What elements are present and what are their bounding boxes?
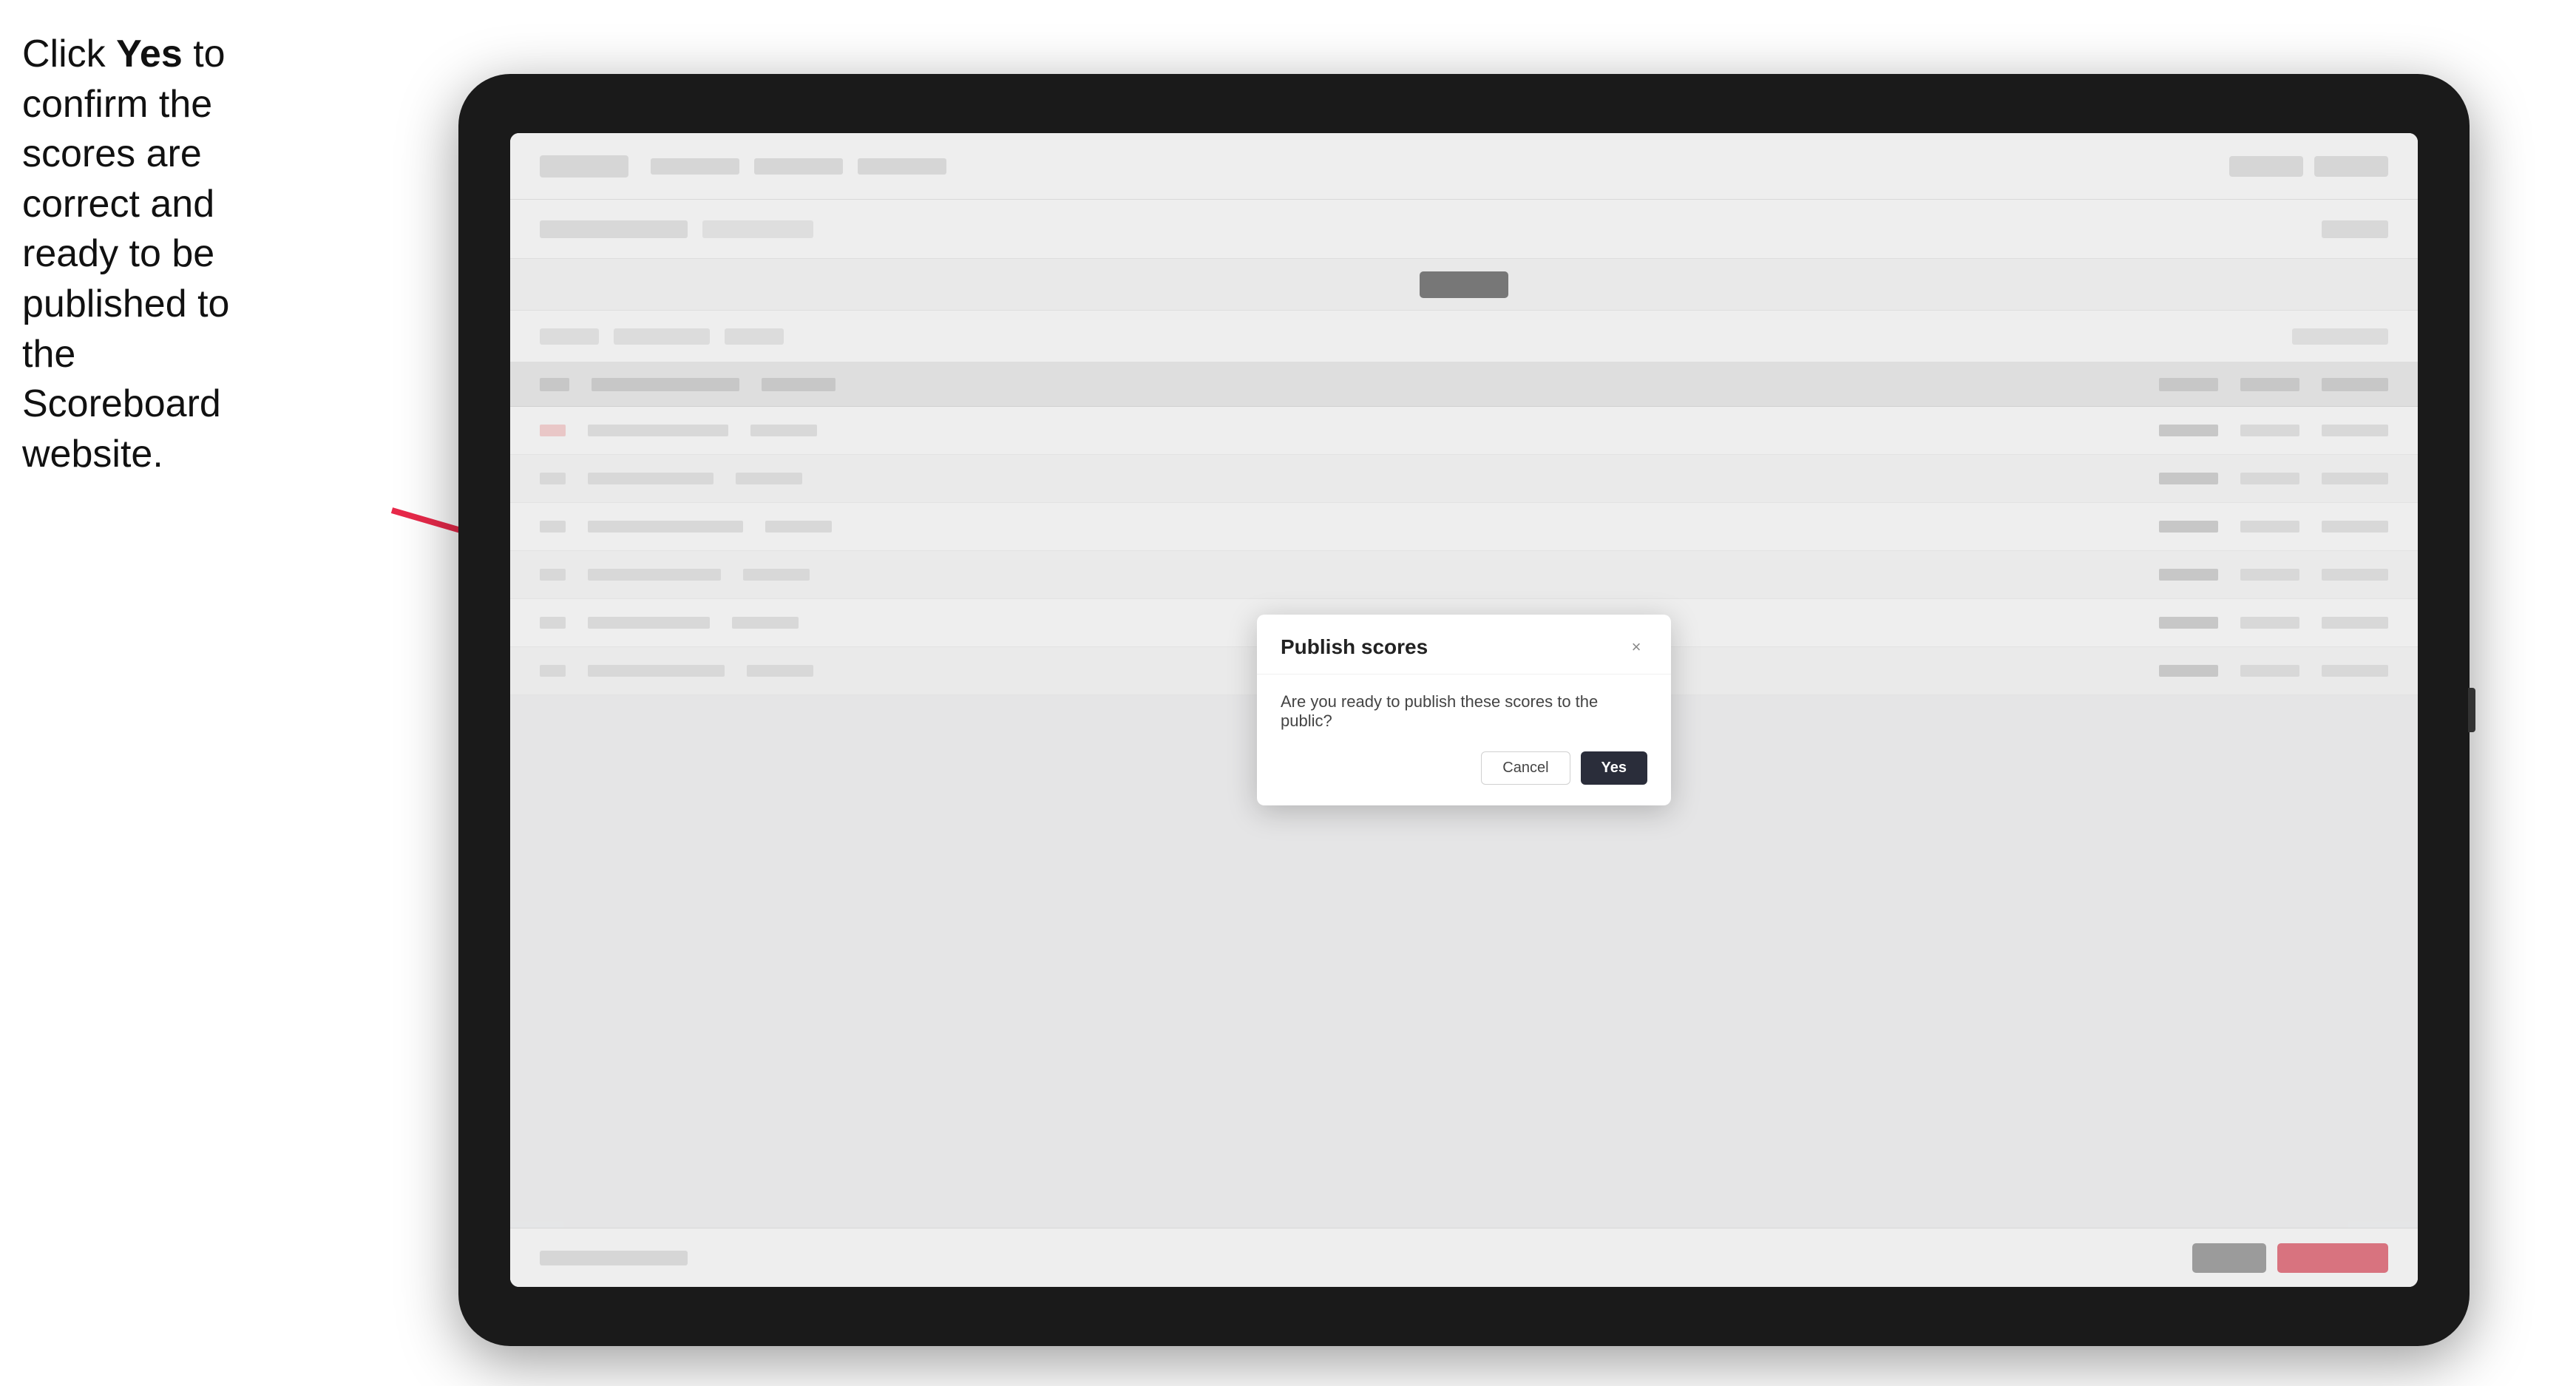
instruction-prefix: Click: [22, 33, 116, 75]
modal-close-button[interactable]: ×: [1625, 636, 1647, 658]
modal-overlay: Publish scores × Are you ready to publis…: [510, 133, 2418, 1287]
cancel-button[interactable]: Cancel: [1481, 751, 1570, 785]
instruction-text: Click Yes to confirm the scores are corr…: [22, 30, 244, 479]
tablet-device: Publish scores × Are you ready to publis…: [458, 74, 2470, 1346]
modal-title: Publish scores: [1281, 635, 1428, 659]
modal-body-text: Are you ready to publish these scores to…: [1257, 675, 1671, 751]
modal-header: Publish scores ×: [1257, 615, 1671, 675]
modal-footer: Cancel Yes: [1257, 751, 1671, 805]
tablet-screen: Publish scores × Are you ready to publis…: [510, 133, 2418, 1287]
yes-button[interactable]: Yes: [1581, 751, 1647, 785]
publish-scores-dialog: Publish scores × Are you ready to publis…: [1257, 615, 1671, 805]
tablet-side-button: [2468, 688, 2475, 732]
instruction-bold: Yes: [116, 33, 183, 75]
instruction-suffix: to confirm the scores are correct and re…: [22, 33, 229, 476]
